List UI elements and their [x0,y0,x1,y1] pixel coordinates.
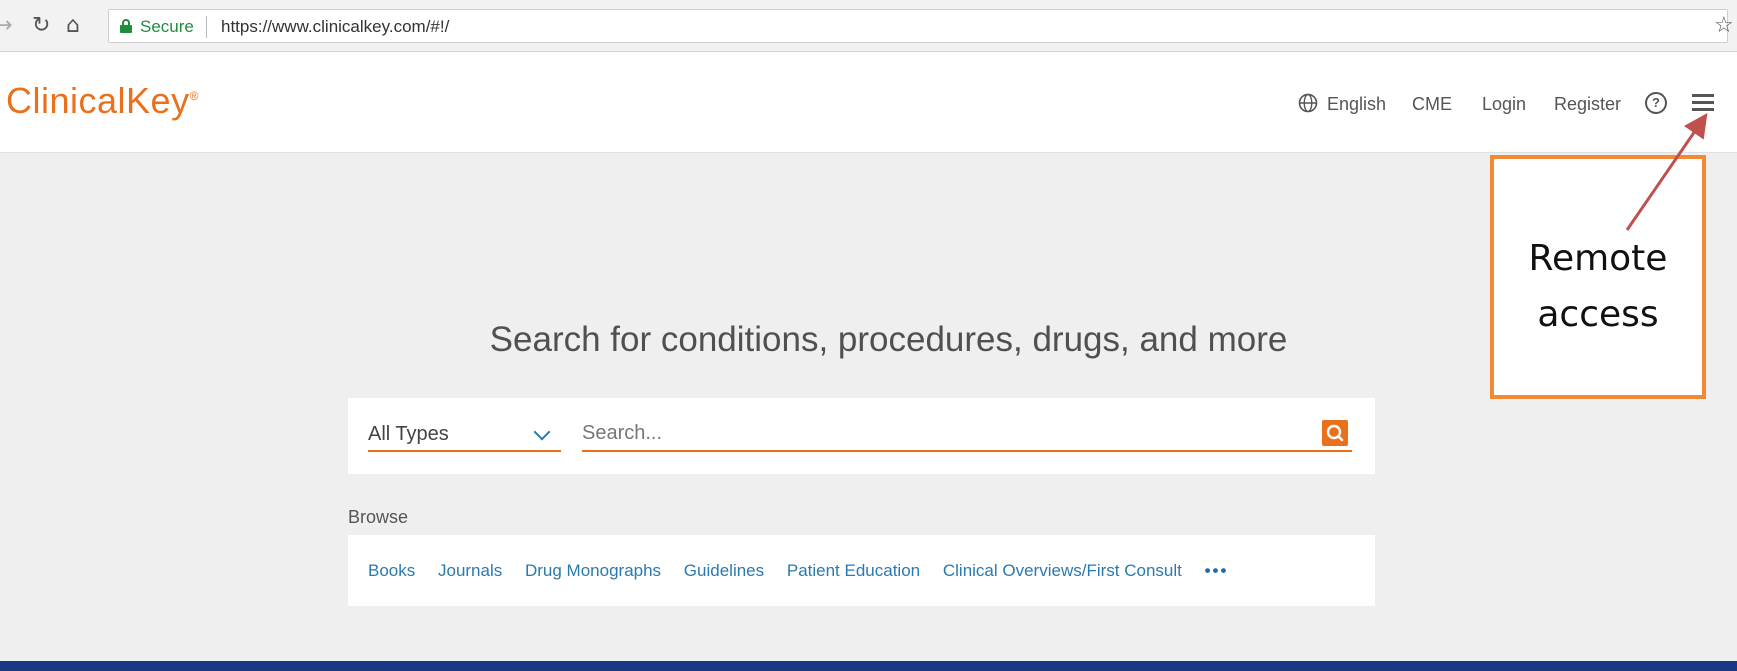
reload-icon[interactable]: ↻ [32,14,50,38]
register-link[interactable]: Register [1554,94,1621,115]
browse-panel: Books Journals Drug Monographs Guideline… [348,535,1375,606]
browse-link-journals[interactable]: Journals [438,561,502,580]
browse-heading: Browse [348,507,409,527]
url-text[interactable]: https://www.clinicalkey.com/#!/ [221,17,449,37]
globe-icon[interactable] [1298,93,1318,113]
annotation-line-1: Remote [1528,238,1668,279]
browser-window: → ↻ ⌂ Secure https://www.clinicalkey.com… [0,0,1737,661]
site-header: ClinicalKey® English CME Login Register … [0,52,1737,153]
browse-link-clinical-overviews[interactable]: Clinical Overviews/First Consult [943,561,1182,580]
annotation-text: Remote access [1494,231,1702,343]
clinicalkey-logo[interactable]: ClinicalKey® [6,80,199,122]
login-link[interactable]: Login [1482,94,1526,115]
search-icon [1326,424,1344,442]
arrow-back-icon[interactable]: → [0,14,12,38]
browse-link-drug-monographs[interactable]: Drug Monographs [525,561,661,580]
url-separator [206,16,207,38]
language-link[interactable]: English [1327,94,1386,115]
annotation-box: Remote access [1490,155,1706,399]
browse-link-guidelines[interactable]: Guidelines [684,561,764,580]
star-icon[interactable]: ☆ [1714,13,1734,38]
address-bar[interactable]: Secure https://www.clinicalkey.com/#!/ [108,9,1728,43]
browser-toolbar: → ↻ ⌂ Secure https://www.clinicalkey.com… [0,0,1737,52]
help-icon[interactable]: ? [1645,92,1667,114]
content-type-value: All Types [368,423,449,445]
search-button[interactable] [1322,420,1348,446]
hero-title: Search for conditions, procedures, drugs… [489,320,1288,359]
chevron-down-icon [533,423,551,441]
browse-link-patient-education[interactable]: Patient Education [787,561,920,580]
lock-icon [120,19,132,33]
search-input[interactable] [582,416,1352,452]
hamburger-menu-icon[interactable] [1692,94,1714,112]
secure-label: Secure [140,17,194,36]
browse-links: Books Journals Drug Monographs Guideline… [368,561,1246,581]
annotation-line-2: access [1537,294,1659,335]
search-panel: All Types [348,398,1375,474]
cme-link[interactable]: CME [1412,94,1452,115]
browse-link-books[interactable]: Books [368,561,415,580]
more-options-icon[interactable]: ••• [1205,561,1229,580]
content-type-select[interactable]: All Types [368,416,561,452]
home-icon[interactable]: ⌂ [66,14,80,38]
